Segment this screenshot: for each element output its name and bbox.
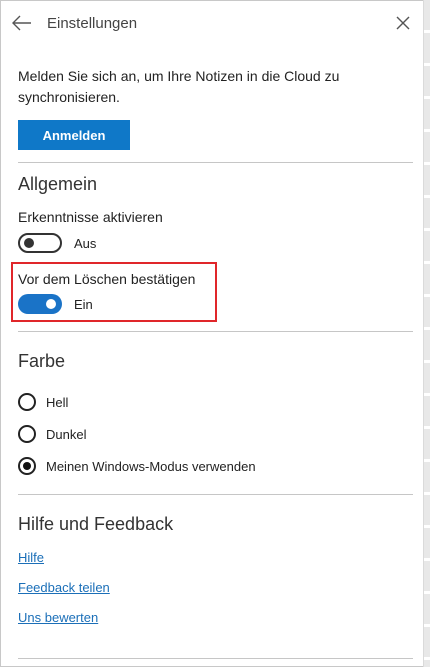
radio-button[interactable] bbox=[18, 393, 36, 411]
section-title-help: Hilfe und Feedback bbox=[18, 514, 174, 534]
divider bbox=[18, 494, 413, 495]
divider bbox=[18, 162, 413, 163]
background-window-edge bbox=[423, 0, 430, 667]
window-title: Einstellungen bbox=[47, 15, 138, 32]
divider bbox=[18, 331, 413, 332]
divider bbox=[18, 658, 413, 659]
section-title-color: Farbe bbox=[18, 351, 66, 371]
insights-label: Erkenntnisse aktivieren bbox=[18, 209, 163, 225]
radio-label: Dunkel bbox=[46, 426, 87, 442]
insights-state: Aus bbox=[74, 236, 97, 251]
link-feedback[interactable]: Feedback teilen bbox=[18, 580, 110, 595]
title-bar: Einstellungen bbox=[1, 1, 421, 47]
highlight-box bbox=[11, 262, 217, 322]
signin-button[interactable]: Anmelden bbox=[18, 120, 130, 150]
link-help[interactable]: Hilfe bbox=[18, 550, 44, 565]
radio-button-selected[interactable] bbox=[18, 457, 36, 475]
radio-button[interactable] bbox=[18, 425, 36, 443]
settings-window: Einstellungen Melden Sie sich an, um Ihr… bbox=[0, 0, 430, 667]
back-arrow-icon[interactable] bbox=[11, 11, 33, 35]
link-rate-us[interactable]: Uns bewerten bbox=[18, 610, 98, 625]
section-title-general: Allgemein bbox=[18, 174, 98, 194]
radio-label: Meinen Windows-Modus verwenden bbox=[46, 458, 256, 474]
radio-option-dark[interactable]: Dunkel bbox=[18, 424, 86, 444]
signin-message: Melden Sie sich an, um Ihre Notizen in d… bbox=[18, 68, 340, 105]
radio-option-light[interactable]: Hell bbox=[18, 392, 68, 412]
close-icon[interactable] bbox=[393, 13, 413, 33]
radio-option-windows-mode[interactable]: Meinen Windows-Modus verwenden bbox=[18, 456, 256, 476]
radio-label: Hell bbox=[46, 394, 69, 410]
toggle-knob bbox=[24, 238, 34, 248]
insights-toggle[interactable] bbox=[18, 233, 62, 253]
